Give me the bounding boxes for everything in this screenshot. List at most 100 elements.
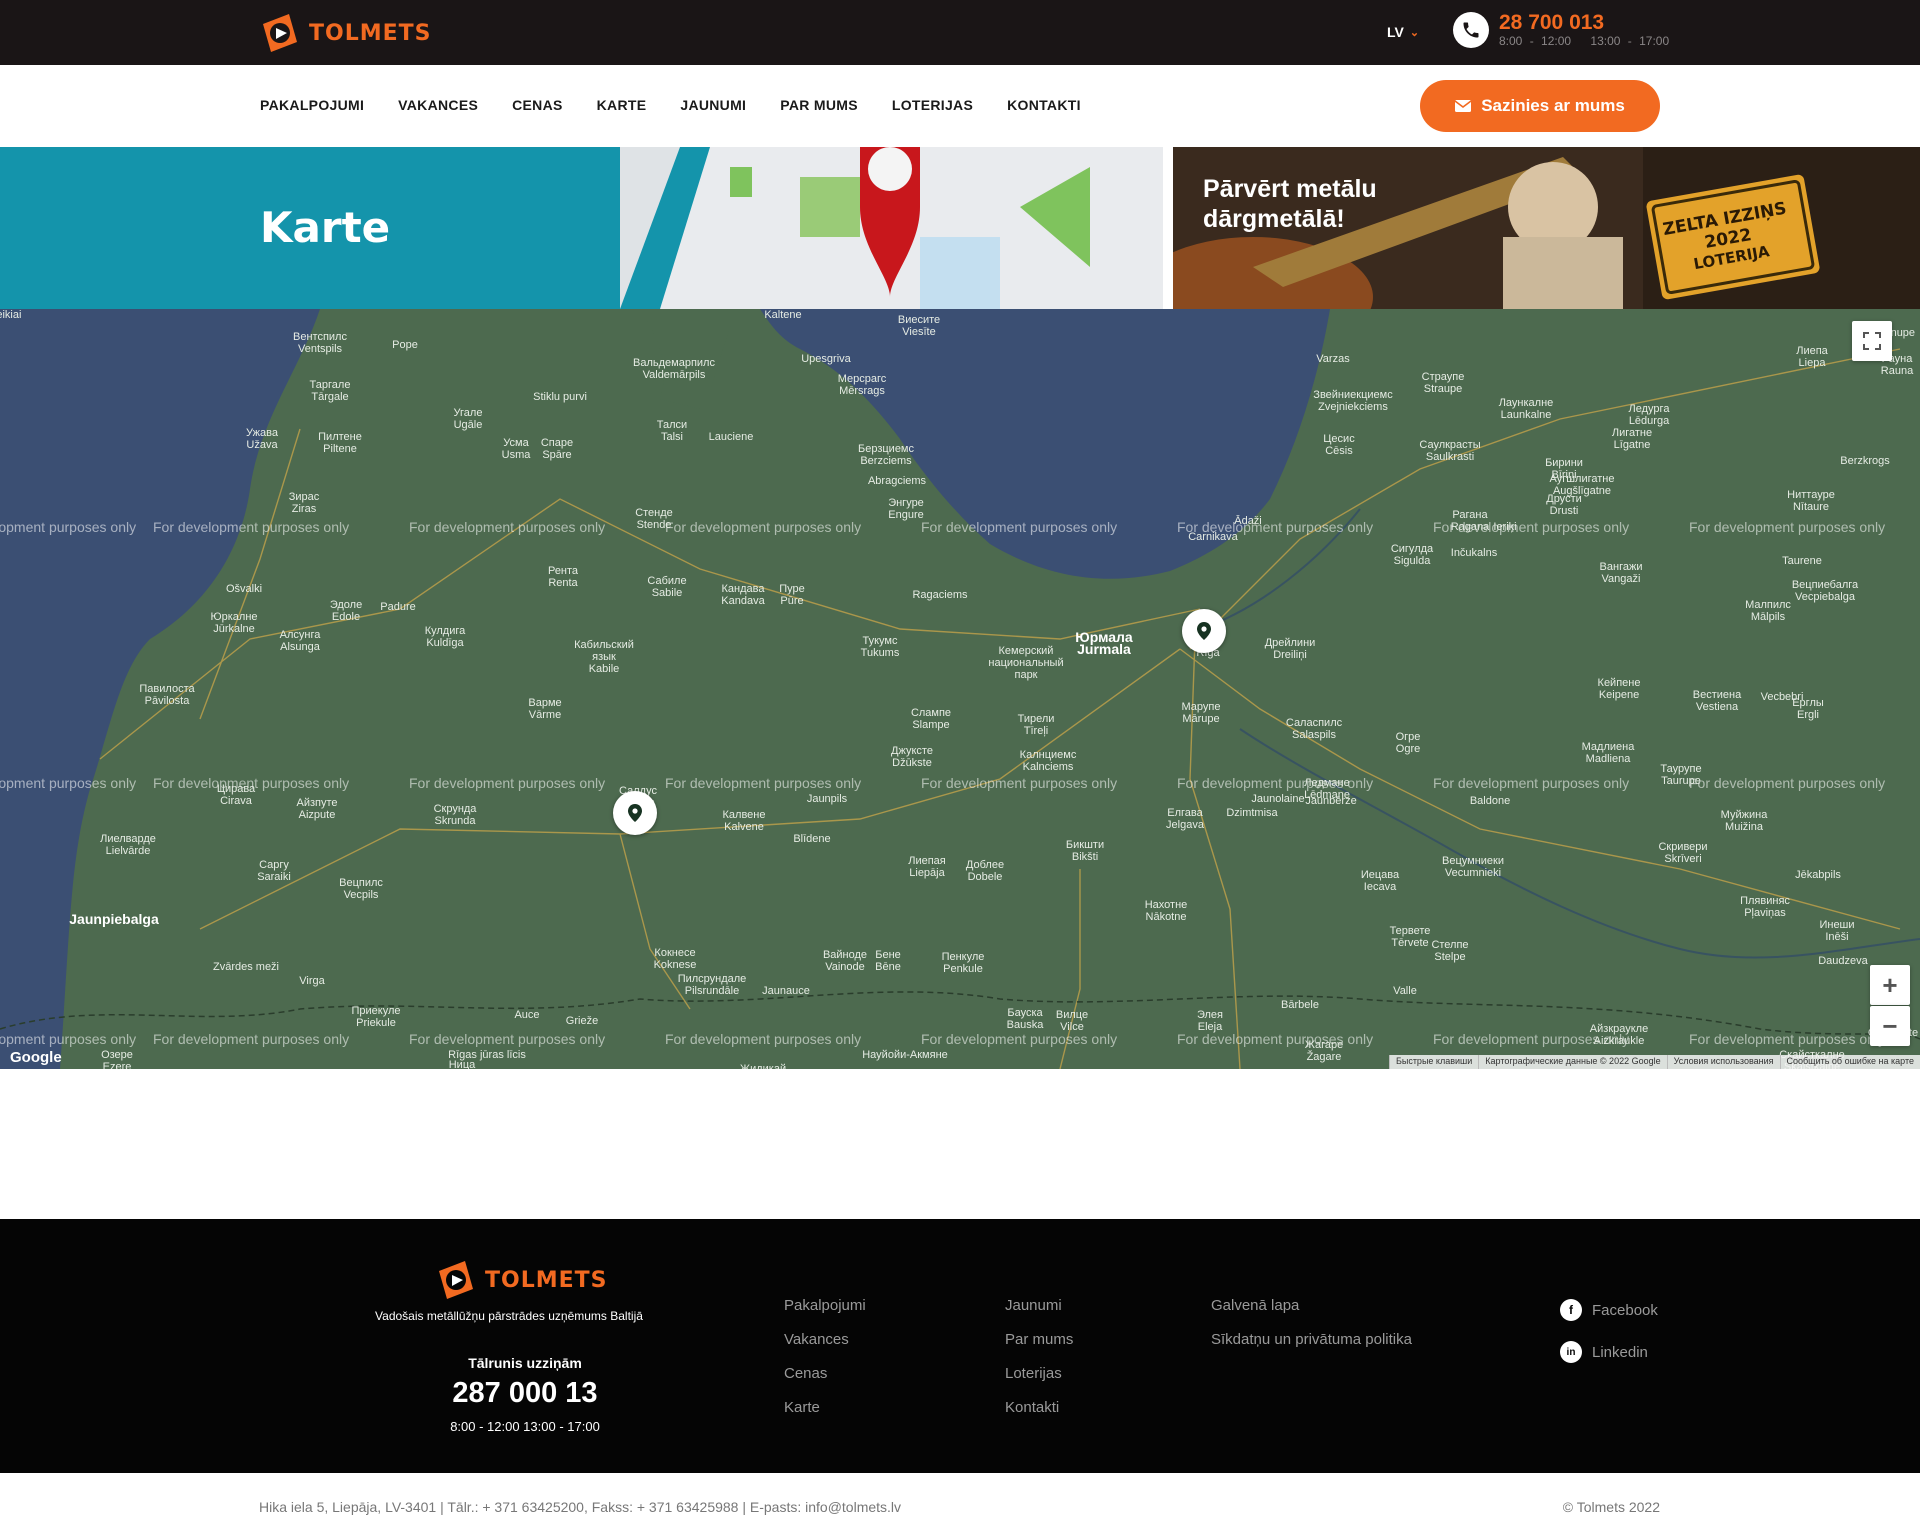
map-city-label: Звейниекциемс Zvejniekciems [1313,389,1393,413]
map-city-label: Стелпе Stelpe [1431,939,1469,963]
map-city-label: Саулкрасты Saulkrasti [1419,439,1481,463]
promo-line-1: Pārvērt metālu [1203,175,1377,203]
map-watermark: For development purposes only [409,775,606,791]
nav-item-cenas[interactable]: CENAS [512,97,563,113]
map-watermark: For development purposes only [1689,775,1886,791]
map-watermark: For development purposes only [665,775,862,791]
map-city-label: Lauciene [708,431,754,443]
fullscreen-icon [1863,332,1881,350]
nav-menu: PAKALPOJUMI VAKANCES CENAS KARTE JAUNUMI… [260,97,1081,113]
fullscreen-button[interactable] [1852,321,1892,361]
map-city-label: Zvārdes meži [212,961,280,973]
footer-link-par-mums[interactable]: Par mums [1005,1331,1073,1349]
map-city-label: Jaunpils [806,793,848,805]
map-city-label: Рента Renta [547,565,579,589]
tolmets-logo-icon [439,1261,473,1299]
nav-item-karte[interactable]: KARTE [597,97,647,113]
map-watermark: For development purposes only [1433,775,1630,791]
map-city-label: Слампе Slampe [910,707,952,731]
map-city-label: Иецава Iecava [1360,869,1400,893]
map-city-label: Дрейлини Dreiliņi [1264,637,1316,661]
map-city-label: Kaltene [764,309,802,321]
map-watermark: For development purposes only [921,1031,1118,1047]
map-city-label: Daudzeva [1818,955,1868,967]
location-pin-riga[interactable] [1182,609,1226,653]
footer-logo[interactable]: TOLMETS [435,1259,608,1301]
map-city-label: Таргале Tārgale [309,379,351,403]
facebook-link[interactable]: f Facebook [1560,1299,1658,1321]
map-city-label: Жидикай [739,1063,787,1069]
zoom-in-button[interactable]: + [1870,965,1910,1005]
footer-brand-name: TOLMETS [485,1267,608,1293]
footer-links-col-3: Galvenā lapa Sīkdatņu un privātuma polit… [1211,1297,1412,1349]
map-city-label: Кейпене Keipene [1597,677,1641,701]
nav-item-jaunumi[interactable]: JAUNUMI [680,97,746,113]
map-city-label: Страупе Straupe [1421,371,1465,395]
nav-item-kontakti[interactable]: KONTAKTI [1007,97,1081,113]
map-city-label: Приекуле Priekule [351,1005,401,1029]
terms-link[interactable]: Условия использования [1666,1055,1780,1069]
footer-link-vakances[interactable]: Vakances [784,1331,866,1349]
map-watermark: For development purposes only [1689,519,1886,535]
map-city-label: Пуре Pūre [779,583,805,607]
map-city-label: Скрунда Skrunda [433,803,477,827]
brand-name: TOLMETS [309,20,432,46]
map-city-label: Озере Ezere [101,1049,133,1069]
linkedin-icon: in [1560,1341,1582,1363]
lottery-promo-banner[interactable]: Pārvērt metālu dārgmetālā! ZELTA IZZIŅS … [1173,147,1920,309]
map-city-label: Усма Usma [501,437,531,461]
map-city-label: Ниттауре Nītaure [1787,489,1835,513]
map-watermark: For development purposes only [665,519,862,535]
header-phone[interactable]: 28 700 013 8:00 - 12:00 13:00 - 17:00 [1453,12,1669,48]
footer-link-jaunumi[interactable]: Jaunumi [1005,1297,1073,1315]
map-city-label: Лиепая Liepāja [908,855,946,879]
map-city-label: Taurene [1782,555,1822,567]
map-city-label: Рагана Ragana [1450,509,1490,533]
map-city-label: Кабильский язык Kabile [574,639,634,675]
location-pin-saldus[interactable] [613,791,657,835]
footer-link-loterijas[interactable]: Loterijas [1005,1365,1073,1383]
footer-bottom-bar: Hika iela 5, Liepāja, LV-3401 | Tālr.: +… [0,1473,1920,1540]
map-watermark: For development purposes only [153,1031,350,1047]
nav-item-vakances[interactable]: VAKANCES [398,97,478,113]
nav-item-pakalpojumi[interactable]: PAKALPOJUMI [260,97,364,113]
locations-map[interactable]: For development purposes only For develo… [0,309,1920,1069]
map-city-label: Сигулда Sigulda [1390,543,1434,567]
language-selector[interactable]: LV ⌄ [1387,24,1419,40]
map-city-label: Марупе Mārupe [1181,701,1221,725]
map-city-label: Virga [299,975,325,987]
footer-link-cenas[interactable]: Cenas [784,1365,866,1383]
zoom-out-button[interactable]: − [1870,1006,1910,1046]
footer-link-privacy-policy[interactable]: Sīkdatņu un privātuma politika [1211,1331,1412,1349]
header-logo[interactable]: TOLMETS [259,12,432,54]
header-phone-number[interactable]: 28 700 013 [1499,12,1669,34]
map-city-label: Ošvalki [225,583,263,595]
language-label: LV [1387,24,1404,40]
map-city-label: Тукумс Tukums [860,635,900,659]
linkedin-link[interactable]: in Linkedin [1560,1341,1658,1363]
map-city-label: Угале Ugāle [453,407,483,431]
map-city-label: Тирели Tīreļi [1017,713,1055,737]
map-city-label: Auce [514,1009,540,1021]
map-city-label: Жагаре Žagare [1304,1039,1344,1063]
map-city-label: Айзпуте Aizpute [296,797,338,821]
footer-phone-number[interactable]: 287 000 13 [372,1377,678,1410]
map-city-label: Юрмала Jurmala [1075,629,1133,657]
map-city-label: Мадлиена Madliena [1581,741,1635,765]
footer-link-pakalpojumi[interactable]: Pakalpojumi [784,1297,866,1315]
page-title: Karte [260,203,391,252]
nav-item-par-mums[interactable]: PAR MUMS [780,97,858,113]
footer-link-kontakti[interactable]: Kontakti [1005,1399,1073,1417]
map-city-label: Лигатне Līgatne [1611,427,1653,451]
map-city-label: Нахотне Nākotne [1144,899,1188,923]
footer-link-karte[interactable]: Karte [784,1399,866,1417]
map-city-label: Таурупе Taurupe [1660,763,1702,787]
contact-us-button[interactable]: Sazinies ar mums [1420,80,1660,132]
report-error-link[interactable]: Сообщить об ошибке на карте [1779,1055,1920,1069]
footer-link-home[interactable]: Galvenā lapa [1211,1297,1412,1315]
map-city-label: Ледурга Lēdurga [1628,403,1670,427]
map-watermark: For development purposes only [665,1031,862,1047]
keyboard-shortcuts-link[interactable]: Быстрые клавиши [1388,1055,1478,1069]
nav-item-loterijas[interactable]: LOTERIJAS [892,97,973,113]
map-watermark: For development purposes only [1689,1031,1886,1047]
